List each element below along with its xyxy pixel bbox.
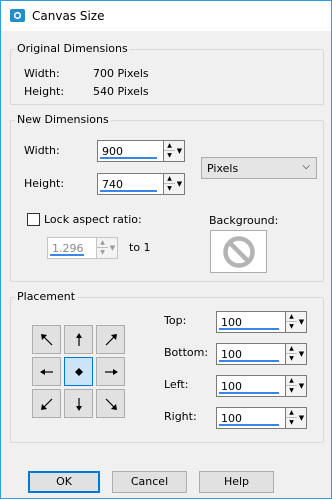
placement-top-right[interactable]: [96, 325, 125, 354]
placement-bottom-right[interactable]: [96, 389, 125, 418]
placement-top[interactable]: [64, 325, 93, 354]
width-underline: [100, 157, 157, 159]
height-spin-up-icon[interactable]: ▲: [164, 174, 175, 184]
original-height-label: Height:: [24, 85, 65, 98]
left-label: Left:: [164, 378, 189, 391]
right-underline: [219, 424, 279, 426]
ok-button[interactable]: OK: [28, 471, 100, 493]
app-icon: [10, 9, 25, 22]
center-dot-icon: [75, 368, 83, 376]
ratio-spin-up-icon[interactable]: ▲: [97, 238, 108, 248]
placement-center[interactable]: [64, 357, 93, 386]
help-button[interactable]: Help: [199, 471, 274, 493]
ratio-dropdown-icon[interactable]: ▼: [108, 237, 118, 259]
bottom-spin-down-icon[interactable]: ▼: [286, 354, 297, 364]
chevron-down-icon: ⌵: [302, 161, 310, 172]
bottom-underline: [219, 360, 279, 362]
new-dimensions-group: New Dimensions Width: 900 ▲ ▼ ▼ Height: …: [10, 113, 324, 282]
top-spinner[interactable]: ▲ ▼: [285, 312, 297, 332]
aspect-ratio-underline: [50, 254, 84, 256]
new-width-label: Width:: [24, 144, 60, 157]
top-input[interactable]: 100 ▲ ▼ ▼: [216, 311, 307, 333]
top-spin-up-icon[interactable]: ▲: [286, 312, 297, 322]
placement-grid: [22, 314, 130, 422]
placement-group: Placement Top: 100 ▲ ▼ ▼ Bottom: 100 ▲ ▼…: [10, 290, 324, 443]
arrow-right-icon: [105, 369, 118, 375]
bottom-spinner[interactable]: ▲ ▼: [285, 344, 297, 364]
original-width-value: 700 Pixels: [93, 67, 149, 80]
left-dropdown-icon[interactable]: ▼: [297, 375, 307, 397]
original-dimensions-group: Original Dimensions Width: 700 Pixels He…: [10, 42, 324, 105]
original-height-value: 540 Pixels: [93, 85, 149, 98]
ratio-spin-down-icon[interactable]: ▼: [97, 248, 108, 258]
left-spin-down-icon[interactable]: ▼: [286, 386, 297, 396]
bottom-dropdown-icon[interactable]: ▼: [297, 343, 307, 365]
top-spin-down-icon[interactable]: ▼: [286, 322, 297, 332]
aspect-ratio-spinner[interactable]: ▲ ▼: [96, 238, 108, 258]
height-dropdown-icon[interactable]: ▼: [175, 173, 185, 195]
units-value: Pixels: [207, 162, 239, 175]
background-swatch[interactable]: [210, 230, 267, 273]
bottom-label: Bottom:: [164, 346, 209, 359]
left-spinner[interactable]: ▲ ▼: [285, 376, 297, 396]
placement-bottom-left[interactable]: [32, 389, 61, 418]
cancel-button[interactable]: Cancel: [112, 471, 187, 493]
original-width-label: Width:: [24, 67, 60, 80]
width-spinner[interactable]: ▲ ▼: [163, 141, 175, 161]
arrow-ne-icon: [105, 334, 117, 346]
placement-left[interactable]: [32, 357, 61, 386]
arrow-se-icon: [105, 398, 117, 410]
arrow-sw-icon: [41, 398, 53, 410]
width-spin-up-icon[interactable]: ▲: [164, 141, 175, 151]
right-input[interactable]: 100 ▲ ▼ ▼: [216, 407, 307, 429]
placement-top-left[interactable]: [32, 325, 61, 354]
no-symbol-icon: [223, 236, 255, 268]
width-spin-down-icon[interactable]: ▼: [164, 151, 175, 161]
bottom-spin-up-icon[interactable]: ▲: [286, 344, 297, 354]
right-spin-down-icon[interactable]: ▼: [286, 418, 297, 428]
top-dropdown-icon[interactable]: ▼: [297, 311, 307, 333]
lock-aspect-ratio-label[interactable]: Lock aspect ratio:: [44, 213, 142, 226]
left-spin-up-icon[interactable]: ▲: [286, 376, 297, 386]
arrow-up-icon: [76, 333, 82, 346]
left-input[interactable]: 100 ▲ ▼ ▼: [216, 375, 307, 397]
aspect-ratio-input[interactable]: 1.296 ▲ ▼ ▼: [47, 237, 118, 259]
top-label: Top:: [164, 314, 187, 327]
arrow-nw-icon: [41, 334, 53, 346]
canvas-size-dialog: Canvas Size Original Dimensions Width: 7…: [0, 0, 332, 499]
placement-right[interactable]: [96, 357, 125, 386]
original-dimensions-legend: Original Dimensions: [15, 42, 130, 55]
new-height-label: Height:: [24, 177, 65, 190]
title-bar[interactable]: Canvas Size: [1, 1, 331, 31]
units-select[interactable]: Pixels ⌵: [201, 157, 317, 179]
background-label: Background:: [209, 214, 279, 227]
placement-bottom[interactable]: [64, 389, 93, 418]
width-dropdown-icon[interactable]: ▼: [175, 140, 185, 162]
aspect-ratio-suffix: to 1: [129, 241, 151, 254]
left-underline: [219, 392, 279, 394]
placement-legend: Placement: [15, 290, 78, 303]
right-dropdown-icon[interactable]: ▼: [297, 407, 307, 429]
width-input[interactable]: 900 ▲ ▼ ▼: [97, 140, 185, 162]
height-underline: [100, 190, 157, 192]
arrow-left-icon: [40, 369, 53, 375]
right-spin-up-icon[interactable]: ▲: [286, 408, 297, 418]
height-input[interactable]: 740 ▲ ▼ ▼: [97, 173, 185, 195]
bottom-input[interactable]: 100 ▲ ▼ ▼: [216, 343, 307, 365]
right-label: Right:: [164, 410, 197, 423]
height-spinner[interactable]: ▲ ▼: [163, 174, 175, 194]
height-spin-down-icon[interactable]: ▼: [164, 184, 175, 194]
arrow-down-icon: [76, 398, 82, 411]
window-title: Canvas Size: [32, 9, 105, 23]
top-underline: [219, 328, 279, 330]
new-dimensions-legend: New Dimensions: [15, 113, 111, 126]
right-spinner[interactable]: ▲ ▼: [285, 408, 297, 428]
lock-aspect-ratio-checkbox[interactable]: [27, 213, 40, 226]
